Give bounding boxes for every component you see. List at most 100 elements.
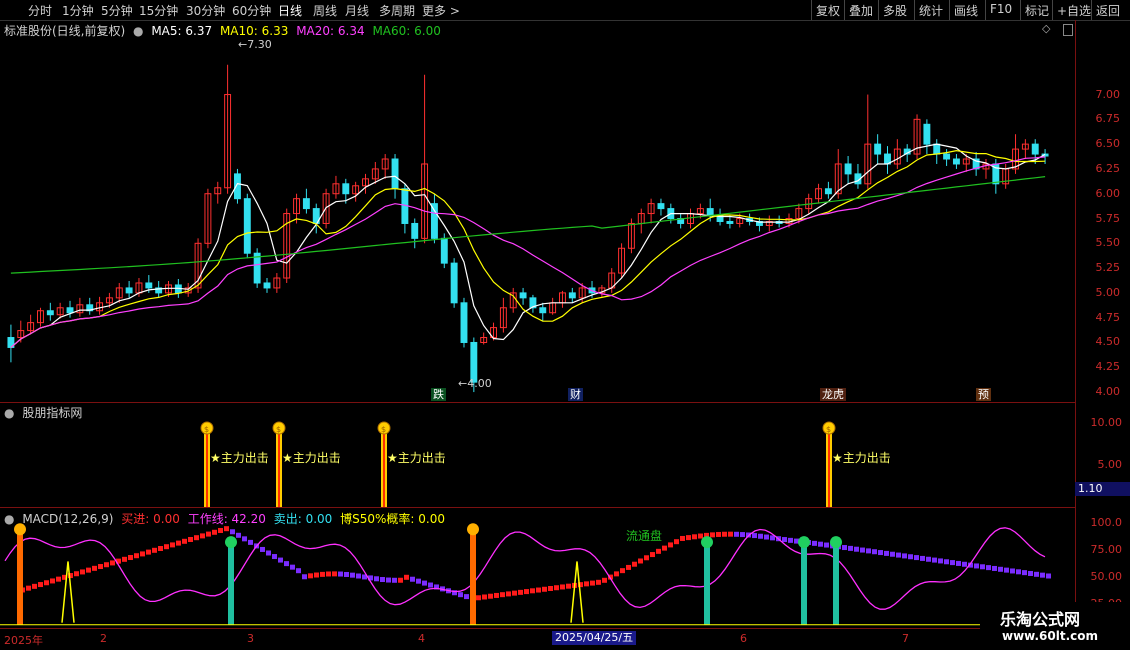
period-tab-6[interactable]: 日线 (278, 2, 302, 19)
candle-body (923, 123, 931, 145)
logo-url: www.60lt.com (1002, 629, 1099, 643)
candle-body (943, 153, 951, 160)
money-bag-symbol: $ (826, 425, 831, 434)
macd-block (242, 536, 247, 542)
macd-block (692, 534, 697, 540)
ma60-line (10, 176, 1046, 274)
macd-chart[interactable] (0, 510, 1075, 628)
macd-block (206, 531, 211, 537)
macd-block (824, 542, 829, 548)
action-button-4[interactable]: 画线 (954, 2, 978, 19)
period-tab-10[interactable]: 更多 > (422, 2, 460, 19)
macd-block (38, 582, 43, 588)
macd-block (416, 578, 421, 584)
macd-block (626, 564, 631, 570)
macd-block (482, 594, 487, 600)
macd-block (392, 577, 397, 583)
macd-block (902, 553, 907, 559)
diamond-icon[interactable]: ◇ (1042, 22, 1050, 35)
macd-block (398, 577, 403, 583)
price-tick-1: 6.75 (1095, 112, 1121, 126)
settings-icon[interactable]: ● (133, 24, 143, 38)
macd-axis-75: 75.00 (1090, 543, 1123, 556)
action-button-8[interactable]: 返回 (1096, 2, 1120, 19)
toolbar-separator (1020, 0, 1021, 20)
period-tab-0[interactable]: 分时 (28, 2, 52, 19)
action-button-1[interactable]: 叠加 (849, 2, 873, 19)
signal-bar-core (278, 430, 280, 507)
macd-block (974, 563, 979, 569)
macd-block (548, 585, 553, 591)
indicator-chart[interactable]: $ $ $ $ (0, 408, 1075, 507)
macd-block (668, 542, 673, 548)
macd-block (332, 571, 337, 577)
macd-block (680, 535, 685, 541)
period-tab-8[interactable]: 月线 (345, 2, 369, 19)
period-tab-9[interactable]: 多周期 (379, 2, 415, 19)
macd-block (596, 579, 601, 585)
macd-block (140, 551, 145, 557)
event-tag-forecast[interactable]: 预 (976, 388, 991, 401)
action-button-3[interactable]: 统计 (919, 2, 943, 19)
pane-divider-2 (0, 507, 1075, 508)
action-button-0[interactable]: 复权 (816, 2, 840, 19)
macd-block (896, 552, 901, 558)
sell-bar (704, 544, 710, 625)
macd-block (212, 529, 217, 535)
macd-block (512, 590, 517, 596)
macd-block (908, 554, 913, 560)
price-tick-9: 4.75 (1095, 310, 1121, 324)
macd-block (590, 580, 595, 586)
candlestick-chart[interactable] (0, 40, 1075, 400)
macd-block (998, 566, 1003, 572)
macd-block (788, 537, 793, 543)
period-tab-1[interactable]: 1分钟 (62, 2, 94, 19)
toolbar-separator (1052, 0, 1053, 20)
macd-block (122, 556, 127, 562)
macd-block (248, 539, 253, 545)
buy-bar (17, 529, 23, 625)
macd-block (650, 552, 655, 558)
action-button-6[interactable]: 标记 (1025, 2, 1049, 19)
macd-block (848, 545, 853, 551)
macd-block (734, 531, 739, 537)
period-tab-4[interactable]: 30分钟 (186, 2, 225, 19)
macd-block (50, 578, 55, 584)
macd-axis-50: 50.00 (1090, 570, 1123, 583)
macd-block (728, 531, 733, 537)
macd-block (104, 562, 109, 568)
action-button-7[interactable]: +自选 (1057, 2, 1091, 19)
macd-block (152, 547, 157, 553)
macd-block (404, 574, 409, 580)
event-tag-fall[interactable]: 跌 (431, 388, 446, 401)
macd-block (716, 531, 721, 537)
macd-block (386, 577, 391, 583)
period-toolbar: 分时 1分钟 5分钟 15分钟 30分钟 60分钟 日线 周线 月线 多周期 更多 > 复权 叠加 多股… (0, 0, 1130, 21)
period-tab-7[interactable]: 周线 (313, 2, 337, 19)
macd-block (980, 564, 985, 570)
scroll-handle[interactable] (1063, 24, 1073, 36)
macd-block (134, 553, 139, 559)
low-annotation: ←4.00 (458, 377, 492, 390)
event-tag-dragon[interactable]: 龙虎 (820, 388, 846, 401)
toolbar-separator (985, 0, 986, 20)
period-tab-2[interactable]: 5分钟 (101, 2, 133, 19)
candle-body (243, 198, 251, 254)
period-tab-5[interactable]: 60分钟 (232, 2, 271, 19)
macd-block (542, 586, 547, 592)
macd-block (536, 587, 541, 593)
action-button-5[interactable]: F10 (990, 2, 1012, 16)
macd-block (638, 558, 643, 564)
stock-title[interactable]: 标准股份(日线,前复权) (4, 24, 125, 38)
macd-block (278, 557, 283, 563)
period-tab-3[interactable]: 15分钟 (139, 2, 178, 19)
macd-block (422, 580, 427, 586)
macd-block (272, 554, 277, 560)
event-tag-finance[interactable]: 财 (568, 388, 583, 401)
macd-block (296, 568, 301, 574)
buy-arrow-icon (14, 523, 26, 536)
macd-block (188, 536, 193, 542)
macd-block (500, 592, 505, 598)
macd-block (812, 540, 817, 546)
action-button-2[interactable]: 多股 (883, 2, 907, 19)
